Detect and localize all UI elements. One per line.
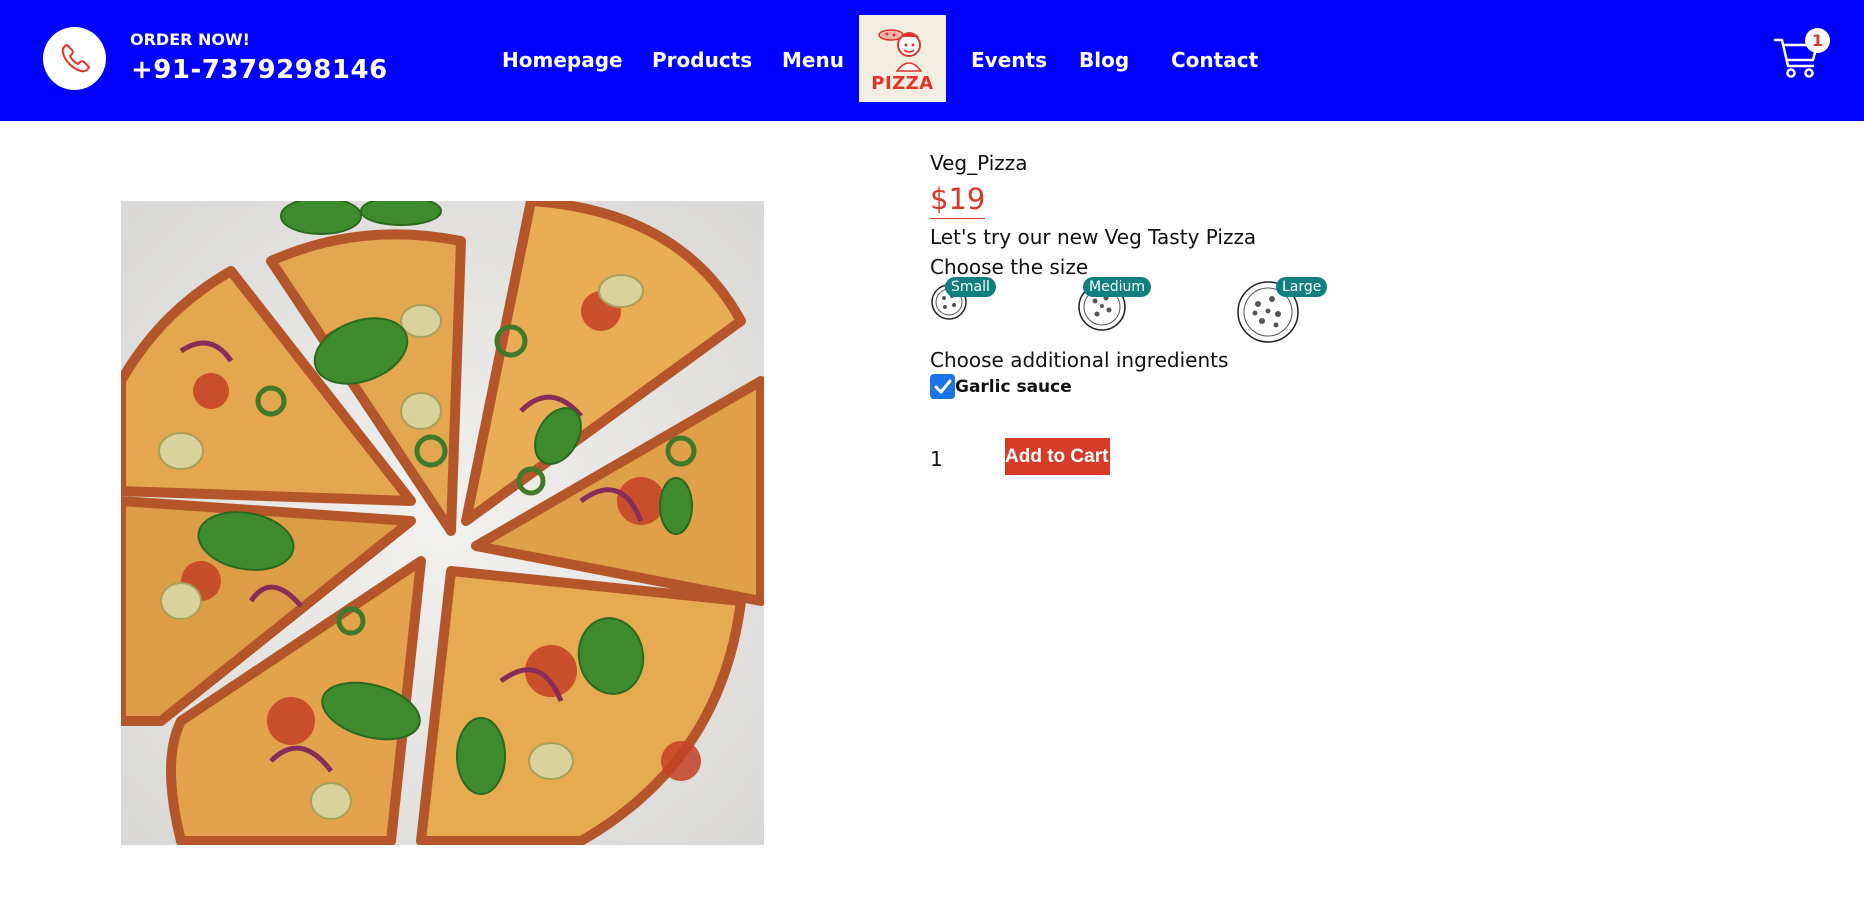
check-icon bbox=[934, 379, 951, 393]
size-large-badge[interactable]: Large bbox=[1276, 277, 1328, 297]
garlic-sauce-label[interactable]: Garlic sauce bbox=[955, 377, 1072, 397]
size-medium-badge[interactable]: Medium bbox=[1083, 277, 1151, 297]
product-image bbox=[121, 201, 764, 845]
nav-homepage[interactable]: Homepage bbox=[502, 48, 623, 72]
nav-events[interactable]: Events bbox=[971, 48, 1047, 72]
pizza-logo[interactable]: PIZZA bbox=[859, 15, 946, 102]
nav-contact[interactable]: Contact bbox=[1171, 48, 1258, 72]
logo-text: PIZZA bbox=[871, 73, 934, 94]
pizza-chef-logo bbox=[877, 29, 923, 72]
garlic-sauce-checkbox[interactable] bbox=[930, 374, 955, 399]
order-now-label: ORDER NOW! bbox=[130, 30, 250, 49]
product-price: $19 bbox=[930, 181, 986, 219]
product-description: Let's try our new Veg Tasty Pizza bbox=[930, 225, 1257, 249]
cart-count-badge: 1 bbox=[1805, 28, 1830, 53]
nav-blog[interactable]: Blog bbox=[1079, 48, 1129, 72]
size-label: Choose the size bbox=[930, 255, 1089, 279]
phone-icon[interactable] bbox=[43, 27, 106, 90]
product-name: Veg_Pizza bbox=[930, 151, 1028, 175]
quantity-input[interactable]: 1 bbox=[930, 447, 943, 471]
size-small-badge[interactable]: Small bbox=[945, 277, 996, 297]
add-to-cart-button[interactable]: Add to Cart bbox=[1005, 438, 1110, 475]
top-navbar: ORDER NOW! +91-7379298146 Homepage Produ… bbox=[0, 0, 1864, 121]
nav-menu[interactable]: Menu bbox=[782, 48, 844, 72]
ingredients-label: Choose additional ingredients bbox=[930, 348, 1229, 372]
phone-number[interactable]: +91-7379298146 bbox=[131, 55, 388, 85]
nav-products[interactable]: Products bbox=[652, 48, 752, 72]
